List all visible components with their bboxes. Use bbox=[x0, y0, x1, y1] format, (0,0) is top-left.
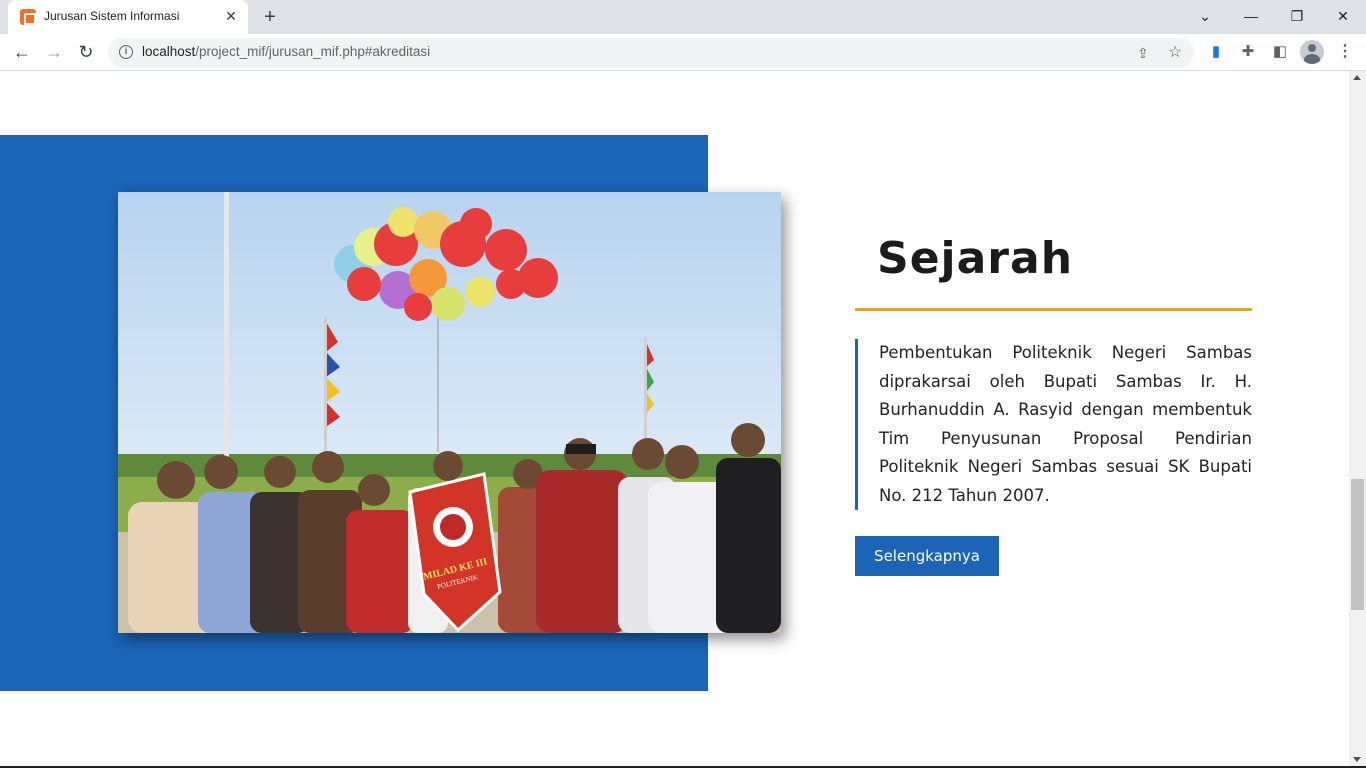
star-icon[interactable]: ☆ bbox=[1164, 42, 1186, 64]
reload-icon[interactable]: ↻ bbox=[72, 38, 100, 66]
browser-toolbar: ← → ↻ i localhost/project_mif/jurusan_mi… bbox=[0, 34, 1366, 71]
scrollbar[interactable] bbox=[1349, 71, 1366, 768]
share-icon[interactable]: ⇪ bbox=[1132, 42, 1154, 64]
group-photo-illustration: MILAD KE III POLITEKNIK bbox=[118, 192, 781, 633]
back-arrow-icon[interactable]: ← bbox=[8, 38, 36, 66]
scroll-down-arrow-icon[interactable] bbox=[1353, 757, 1361, 762]
tab-title: Jurusan Sistem Informasi bbox=[44, 9, 180, 23]
plus-icon[interactable]: + bbox=[258, 5, 282, 29]
history-photo: MILAD KE III POLITEKNIK bbox=[118, 192, 781, 633]
kebab-menu-icon[interactable]: ⋮ bbox=[1332, 39, 1358, 65]
close-icon[interactable]: ✕ bbox=[222, 7, 240, 25]
read-more-button[interactable]: Selengkapnya bbox=[855, 536, 999, 576]
scrollbar-thumb[interactable] bbox=[1351, 479, 1364, 610]
url-path: /project_mif/jurusan_mif.php#akreditasi bbox=[195, 44, 431, 59]
puzzle-icon[interactable]: ✚ bbox=[1235, 39, 1261, 65]
chevron-down-icon[interactable]: ⌄ bbox=[1182, 0, 1228, 34]
xampp-icon bbox=[20, 9, 36, 25]
minimize-icon[interactable]: — bbox=[1228, 0, 1274, 34]
window-close-icon[interactable]: ✕ bbox=[1320, 0, 1366, 34]
tab-strip: Jurusan Sistem Informasi ✕ + ⌄ — ❐ ✕ bbox=[0, 0, 1366, 34]
extension-icon[interactable]: ▮ bbox=[1203, 39, 1229, 65]
url-text[interactable]: localhost/project_mif/jurusan_mif.php#ak… bbox=[142, 44, 430, 59]
title-underline bbox=[855, 308, 1252, 311]
side-panel-icon[interactable]: ◧ bbox=[1267, 39, 1293, 65]
restore-icon[interactable]: ❐ bbox=[1274, 0, 1320, 34]
url-host: localhost bbox=[142, 44, 196, 59]
quote-bar bbox=[855, 339, 858, 510]
address-bar[interactable]: i localhost/project_mif/jurusan_mif.php#… bbox=[108, 38, 1194, 67]
avatar[interactable] bbox=[1300, 40, 1324, 64]
section-text: Pembentukan Politeknik Negeri Sambas dip… bbox=[879, 343, 1252, 505]
browser-tab[interactable]: Jurusan Sistem Informasi ✕ bbox=[8, 0, 248, 34]
info-icon[interactable]: i bbox=[119, 45, 133, 59]
forward-arrow-icon[interactable]: → bbox=[40, 38, 68, 66]
page-viewport: MILAD KE III POLITEKNIK Sejarah Pembentu… bbox=[0, 71, 1366, 768]
scroll-up-arrow-icon[interactable] bbox=[1353, 75, 1361, 80]
section-title: Sejarah bbox=[877, 233, 1074, 284]
